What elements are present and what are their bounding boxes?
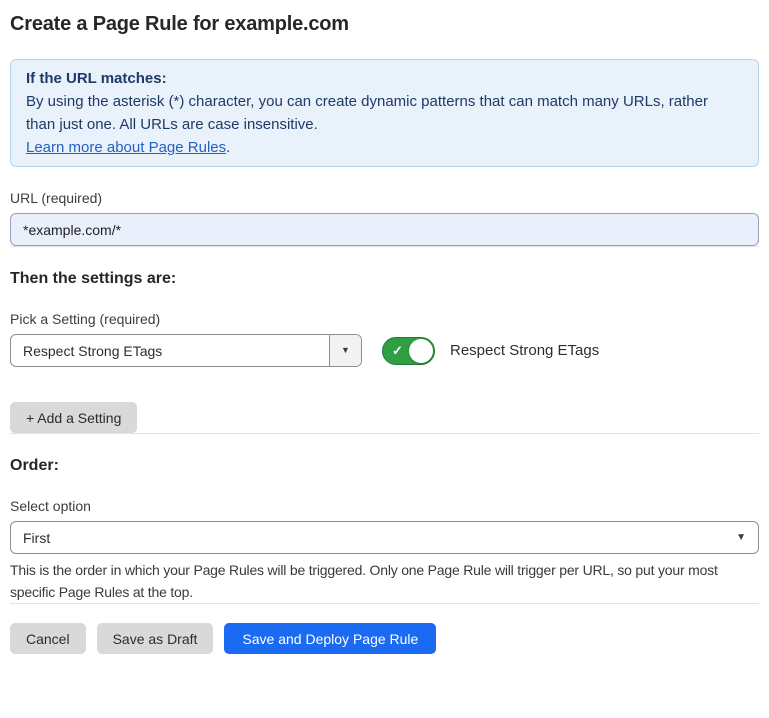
save-as-draft-button[interactable]: Save as Draft (97, 623, 214, 654)
order-section-heading: Order: (10, 457, 759, 475)
toggle-label: Respect Strong ETags (450, 342, 599, 359)
order-select-label: Select option (10, 498, 759, 514)
info-box-body: By using the asterisk (*) character, you… (26, 90, 730, 136)
url-match-info-box: If the URL matches: By using the asteris… (10, 59, 759, 167)
setting-toggle[interactable]: ✓ (382, 337, 435, 365)
url-input[interactable] (10, 213, 759, 246)
chevron-down-icon: ▼ (736, 533, 746, 543)
pick-setting-label: Pick a Setting (required) (10, 311, 759, 327)
chevron-down-icon: ▼ (341, 346, 350, 355)
footer-actions: Cancel Save as Draft Save and Deploy Pag… (10, 623, 759, 654)
setting-select-arrow-button[interactable]: ▼ (329, 335, 361, 366)
page-title: Create a Page Rule for example.com (10, 13, 759, 36)
info-box-heading: If the URL matches: (26, 67, 743, 90)
check-icon: ✓ (392, 344, 403, 357)
toggle-knob (409, 339, 433, 363)
cancel-button[interactable]: Cancel (10, 623, 86, 654)
section-divider (10, 433, 759, 434)
footer-divider (10, 603, 759, 604)
add-setting-button[interactable]: + Add a Setting (10, 402, 137, 433)
link-suffix: . (226, 139, 230, 156)
order-select[interactable]: First ▼ (10, 521, 759, 554)
setting-select[interactable]: Respect Strong ETags ▼ (10, 334, 362, 367)
order-select-value: First (23, 530, 50, 546)
save-and-deploy-button[interactable]: Save and Deploy Page Rule (224, 623, 436, 654)
learn-more-link[interactable]: Learn more about Page Rules (26, 139, 226, 156)
section-divider (10, 246, 759, 247)
setting-select-value: Respect Strong ETags (11, 343, 162, 359)
order-help-text: This is the order in which your Page Rul… (10, 559, 759, 603)
setting-row: Respect Strong ETags ▼ ✓ Respect Strong … (10, 334, 759, 367)
create-page-rule-form: Create a Page Rule for example.com If th… (0, 13, 769, 654)
settings-section-heading: Then the settings are: (10, 270, 759, 288)
url-label: URL (required) (10, 190, 759, 206)
info-box-link-line: Learn more about Page Rules. (26, 136, 743, 159)
